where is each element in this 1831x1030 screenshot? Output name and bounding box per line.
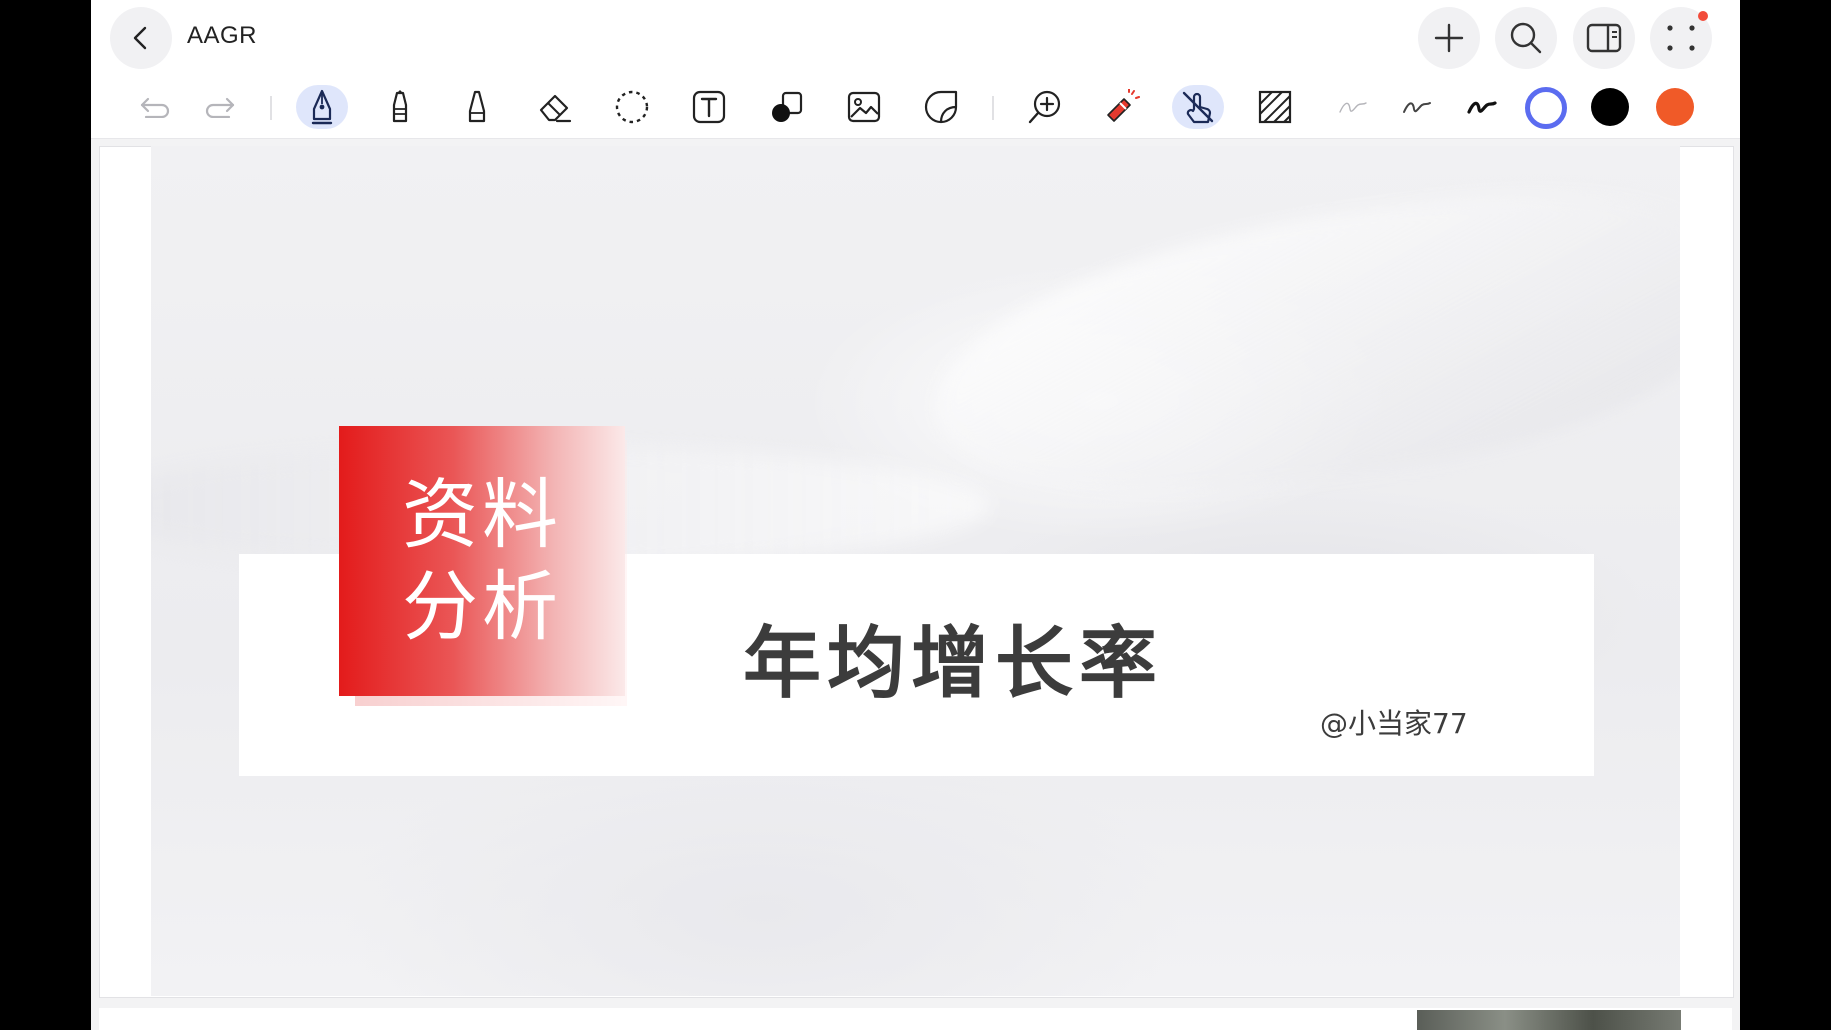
document-title: AAGR [187, 22, 258, 49]
marker-icon [392, 90, 408, 123]
eraser-icon [539, 94, 572, 123]
lasso-icon [615, 90, 649, 124]
hatch-fill-tool[interactable] [1249, 85, 1301, 129]
toolbar-divider [270, 96, 272, 120]
zoom-tool[interactable] [1019, 85, 1071, 129]
sticker-tool[interactable] [915, 85, 967, 129]
highlighter-icon [468, 90, 486, 123]
touch-draw-toggle[interactable] [1172, 85, 1224, 129]
text-box-icon [692, 90, 726, 124]
highlighter-tool[interactable] [451, 85, 503, 129]
thick-stroke-icon [1467, 101, 1497, 114]
thin-stroke-icon [1339, 102, 1367, 113]
note-app: AAGR 资料 分析 年均增长率 @小当家77 [91, 0, 1740, 1030]
text-tool[interactable] [683, 85, 735, 129]
fountain-pen-tool[interactable] [296, 85, 348, 129]
eraser-tool[interactable] [529, 85, 581, 129]
plus-icon [1434, 23, 1464, 53]
stroke-width-medium[interactable] [1391, 85, 1443, 129]
search-icon [1510, 22, 1542, 54]
badge-line-2: 分析 [402, 562, 562, 651]
fountain-pen-icon [311, 89, 333, 125]
marker-tool[interactable] [374, 85, 426, 129]
back-button[interactable] [110, 7, 172, 69]
hatch-fill-icon [1258, 90, 1292, 124]
drawing-toolbar [91, 76, 1740, 139]
color-swatch-blue[interactable] [1525, 87, 1567, 129]
top-bar: AAGR [91, 0, 1740, 76]
undo-icon [140, 97, 170, 118]
touch-disabled-icon [1182, 91, 1214, 124]
medium-stroke-icon [1403, 102, 1431, 113]
stroke-width-thin[interactable] [1327, 85, 1379, 129]
search-button[interactable] [1495, 7, 1557, 69]
undo-button[interactable] [129, 85, 181, 129]
lasso-tool[interactable] [606, 85, 658, 129]
add-page-button[interactable] [1418, 7, 1480, 69]
toolbar-divider [992, 96, 994, 120]
more-dots-icon [1667, 25, 1695, 51]
laser-pointer-tool[interactable] [1095, 85, 1147, 129]
image-icon [847, 91, 881, 123]
redo-icon [205, 97, 235, 118]
stroke-width-thick[interactable] [1456, 85, 1508, 129]
background-wave [916, 161, 1680, 531]
slide-author: @小当家77 [1320, 707, 1468, 740]
zoom-in-icon [1028, 90, 1061, 124]
slide-image: 资料 分析 年均增长率 @小当家77 [151, 146, 1680, 996]
shapes-tool[interactable] [761, 85, 813, 129]
slide-title: 年均增长率 [743, 619, 1164, 709]
sidebar-panel-icon [1586, 23, 1622, 53]
laser-pointer-icon [1107, 89, 1140, 122]
color-swatch-orange[interactable] [1656, 88, 1694, 126]
notification-dot [1698, 11, 1708, 21]
sticker-icon [924, 90, 958, 124]
chevron-left-icon [133, 26, 147, 50]
panel-toggle-button[interactable] [1573, 7, 1635, 69]
redo-button[interactable] [194, 85, 246, 129]
next-page-image [1417, 1010, 1681, 1030]
color-swatch-black[interactable] [1591, 88, 1629, 126]
image-tool[interactable] [838, 85, 890, 129]
section-badge: 资料 分析 [339, 426, 625, 696]
shapes-icon [772, 91, 803, 122]
badge-line-1: 资料 [402, 470, 562, 559]
